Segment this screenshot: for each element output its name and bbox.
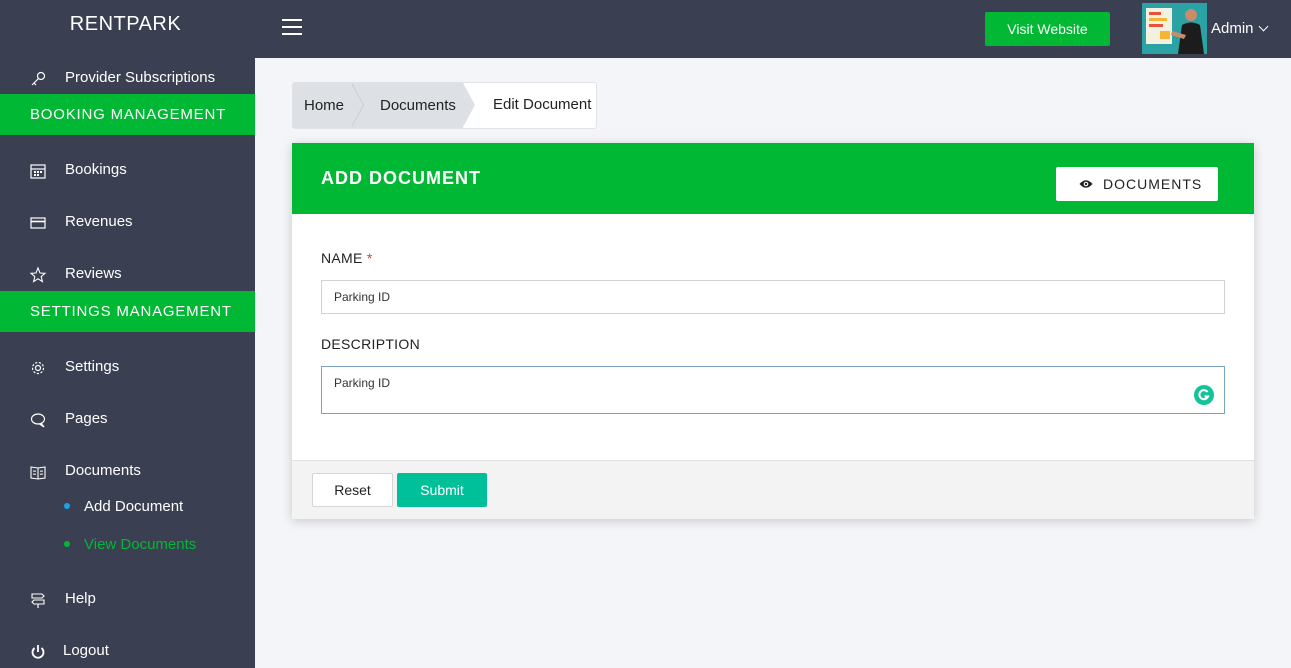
name-label-text: NAME bbox=[321, 250, 363, 266]
credit-card-icon bbox=[30, 217, 46, 229]
eye-icon bbox=[1079, 180, 1093, 188]
sidebar-item-label: Revenues bbox=[65, 213, 133, 230]
power-icon bbox=[31, 645, 45, 659]
sidebar-item-help[interactable]: Help bbox=[0, 579, 255, 619]
sidebar-item-label: Provider Subscriptions bbox=[65, 69, 216, 86]
breadcrumb-home[interactable]: Home bbox=[304, 83, 344, 128]
grammarly-icon[interactable] bbox=[1194, 385, 1214, 405]
description-textarea[interactable]: Parking ID bbox=[321, 366, 1225, 414]
card-title: ADD DOCUMENT bbox=[321, 168, 481, 188]
breadcrumb: Home Documents Edit Document bbox=[292, 82, 597, 129]
sidebar: Provider Subscriptions BOOKING MANAGEMEN… bbox=[0, 58, 255, 668]
card-header: ADD DOCUMENT DOCUMENTS bbox=[292, 143, 1254, 214]
breadcrumb-documents[interactable]: Documents bbox=[380, 83, 456, 128]
bullet-icon bbox=[64, 541, 70, 547]
calendar-icon bbox=[30, 164, 46, 179]
sidebar-item-documents[interactable]: Documents bbox=[0, 451, 255, 491]
sidebar-item-label: Documents bbox=[65, 462, 141, 479]
card-footer: Reset Submit bbox=[292, 460, 1254, 519]
visit-website-button[interactable]: Visit Website bbox=[985, 12, 1110, 46]
breadcrumb-arrow bbox=[463, 83, 475, 127]
name-label: NAME * bbox=[321, 250, 373, 266]
required-marker: * bbox=[366, 250, 373, 266]
sidebar-subitem-add-document[interactable]: Add Document bbox=[0, 494, 255, 522]
book-icon bbox=[30, 466, 46, 480]
avatar[interactable] bbox=[1142, 3, 1207, 54]
sidebar-item-reviews[interactable]: Reviews bbox=[0, 254, 255, 294]
sidebar-item-pages[interactable]: Pages bbox=[0, 399, 255, 439]
bullet-icon bbox=[64, 503, 70, 509]
sidebar-item-logout[interactable]: Logout bbox=[0, 631, 255, 668]
sidebar-item-provider-subscriptions[interactable]: Provider Subscriptions bbox=[0, 58, 255, 98]
breadcrumb-current: Edit Document bbox=[493, 96, 592, 113]
menu-toggle-icon[interactable] bbox=[282, 19, 302, 37]
add-document-card: ADD DOCUMENT DOCUMENTS NAME * DESCRIPTIO… bbox=[292, 143, 1254, 519]
sidebar-subitem-label: Add Document bbox=[84, 498, 184, 515]
sidebar-subitem-label: View Documents bbox=[84, 536, 197, 553]
sidebar-item-label: Reviews bbox=[65, 265, 122, 282]
submit-button[interactable]: Submit bbox=[397, 473, 487, 507]
star-icon bbox=[29, 266, 47, 283]
signpost-icon bbox=[31, 593, 45, 608]
section-booking-management: BOOKING MANAGEMENT bbox=[0, 94, 255, 135]
sidebar-item-label: Logout bbox=[63, 642, 109, 659]
sidebar-item-label: Settings bbox=[65, 358, 120, 375]
sidebar-item-bookings[interactable]: Bookings bbox=[0, 150, 255, 190]
sidebar-item-settings[interactable]: Settings bbox=[0, 347, 255, 387]
brand-logo[interactable]: RENTPARK bbox=[0, 0, 255, 50]
sidebar-item-label: Bookings bbox=[65, 161, 127, 178]
chevron-down-icon bbox=[1258, 21, 1268, 32]
sidebar-item-label: Pages bbox=[65, 410, 108, 427]
gear-icon bbox=[31, 361, 45, 375]
sidebar-subitem-view-documents[interactable]: View Documents bbox=[0, 532, 255, 560]
documents-button-label: DOCUMENTS bbox=[1103, 176, 1203, 192]
chat-bubble-icon bbox=[30, 413, 46, 428]
top-bar: RENTPARK Visit Website Admin bbox=[0, 0, 1291, 58]
sidebar-item-revenues[interactable]: Revenues bbox=[0, 202, 255, 242]
section-settings-management: SETTINGS MANAGEMENT bbox=[0, 291, 255, 332]
sidebar-item-label: Help bbox=[65, 590, 96, 607]
description-label: DESCRIPTION bbox=[321, 336, 420, 352]
reset-button[interactable]: Reset bbox=[312, 473, 393, 507]
key-icon bbox=[31, 71, 46, 86]
name-input[interactable] bbox=[321, 280, 1225, 314]
user-name: Admin bbox=[1211, 20, 1254, 37]
breadcrumb-separator bbox=[351, 83, 363, 127]
documents-button[interactable]: DOCUMENTS bbox=[1056, 167, 1218, 201]
user-menu[interactable]: Admin bbox=[1211, 20, 1268, 37]
